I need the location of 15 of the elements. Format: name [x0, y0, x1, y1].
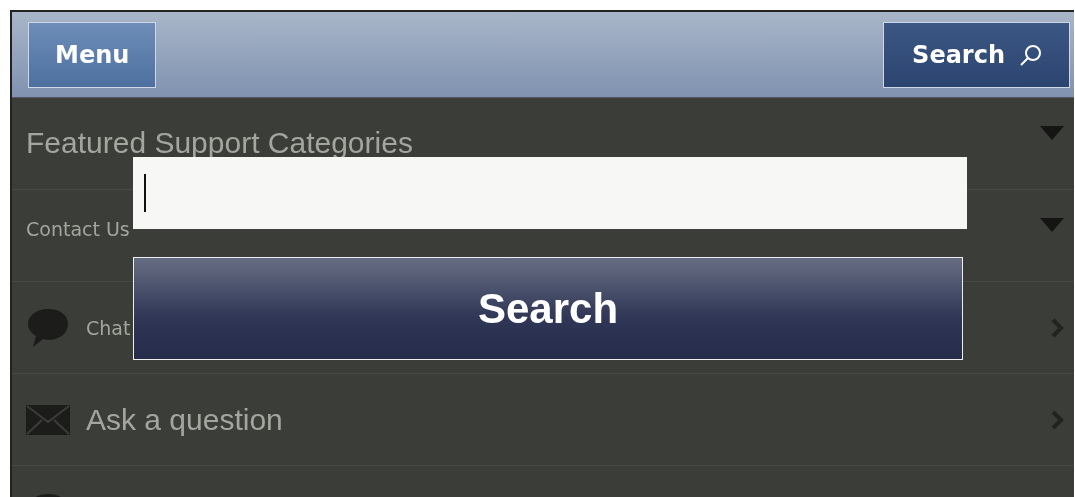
menu-button[interactable]: Menu: [28, 21, 157, 88]
list-item[interactable]: Ask a question: [86, 402, 283, 437]
search-input-field[interactable]: [133, 157, 967, 229]
section-header[interactable]: Featured Support Categories: [26, 126, 413, 160]
envelope-icon: [26, 404, 70, 435]
section-header[interactable]: Contact Us: [26, 218, 130, 240]
speech-bubble-icon: [26, 306, 70, 349]
list-item[interactable]: Chat: [86, 316, 131, 339]
chevron-right-icon: [1050, 316, 1064, 339]
dropdown-triangle-icon: [1040, 218, 1064, 232]
search-icon: [1019, 42, 1043, 67]
chevron-right-icon: [1050, 408, 1064, 431]
search-button[interactable]: Search: [883, 21, 1070, 88]
dropdown-triangle-icon: [1040, 126, 1064, 140]
search-submit-button[interactable]: Search: [133, 257, 963, 360]
